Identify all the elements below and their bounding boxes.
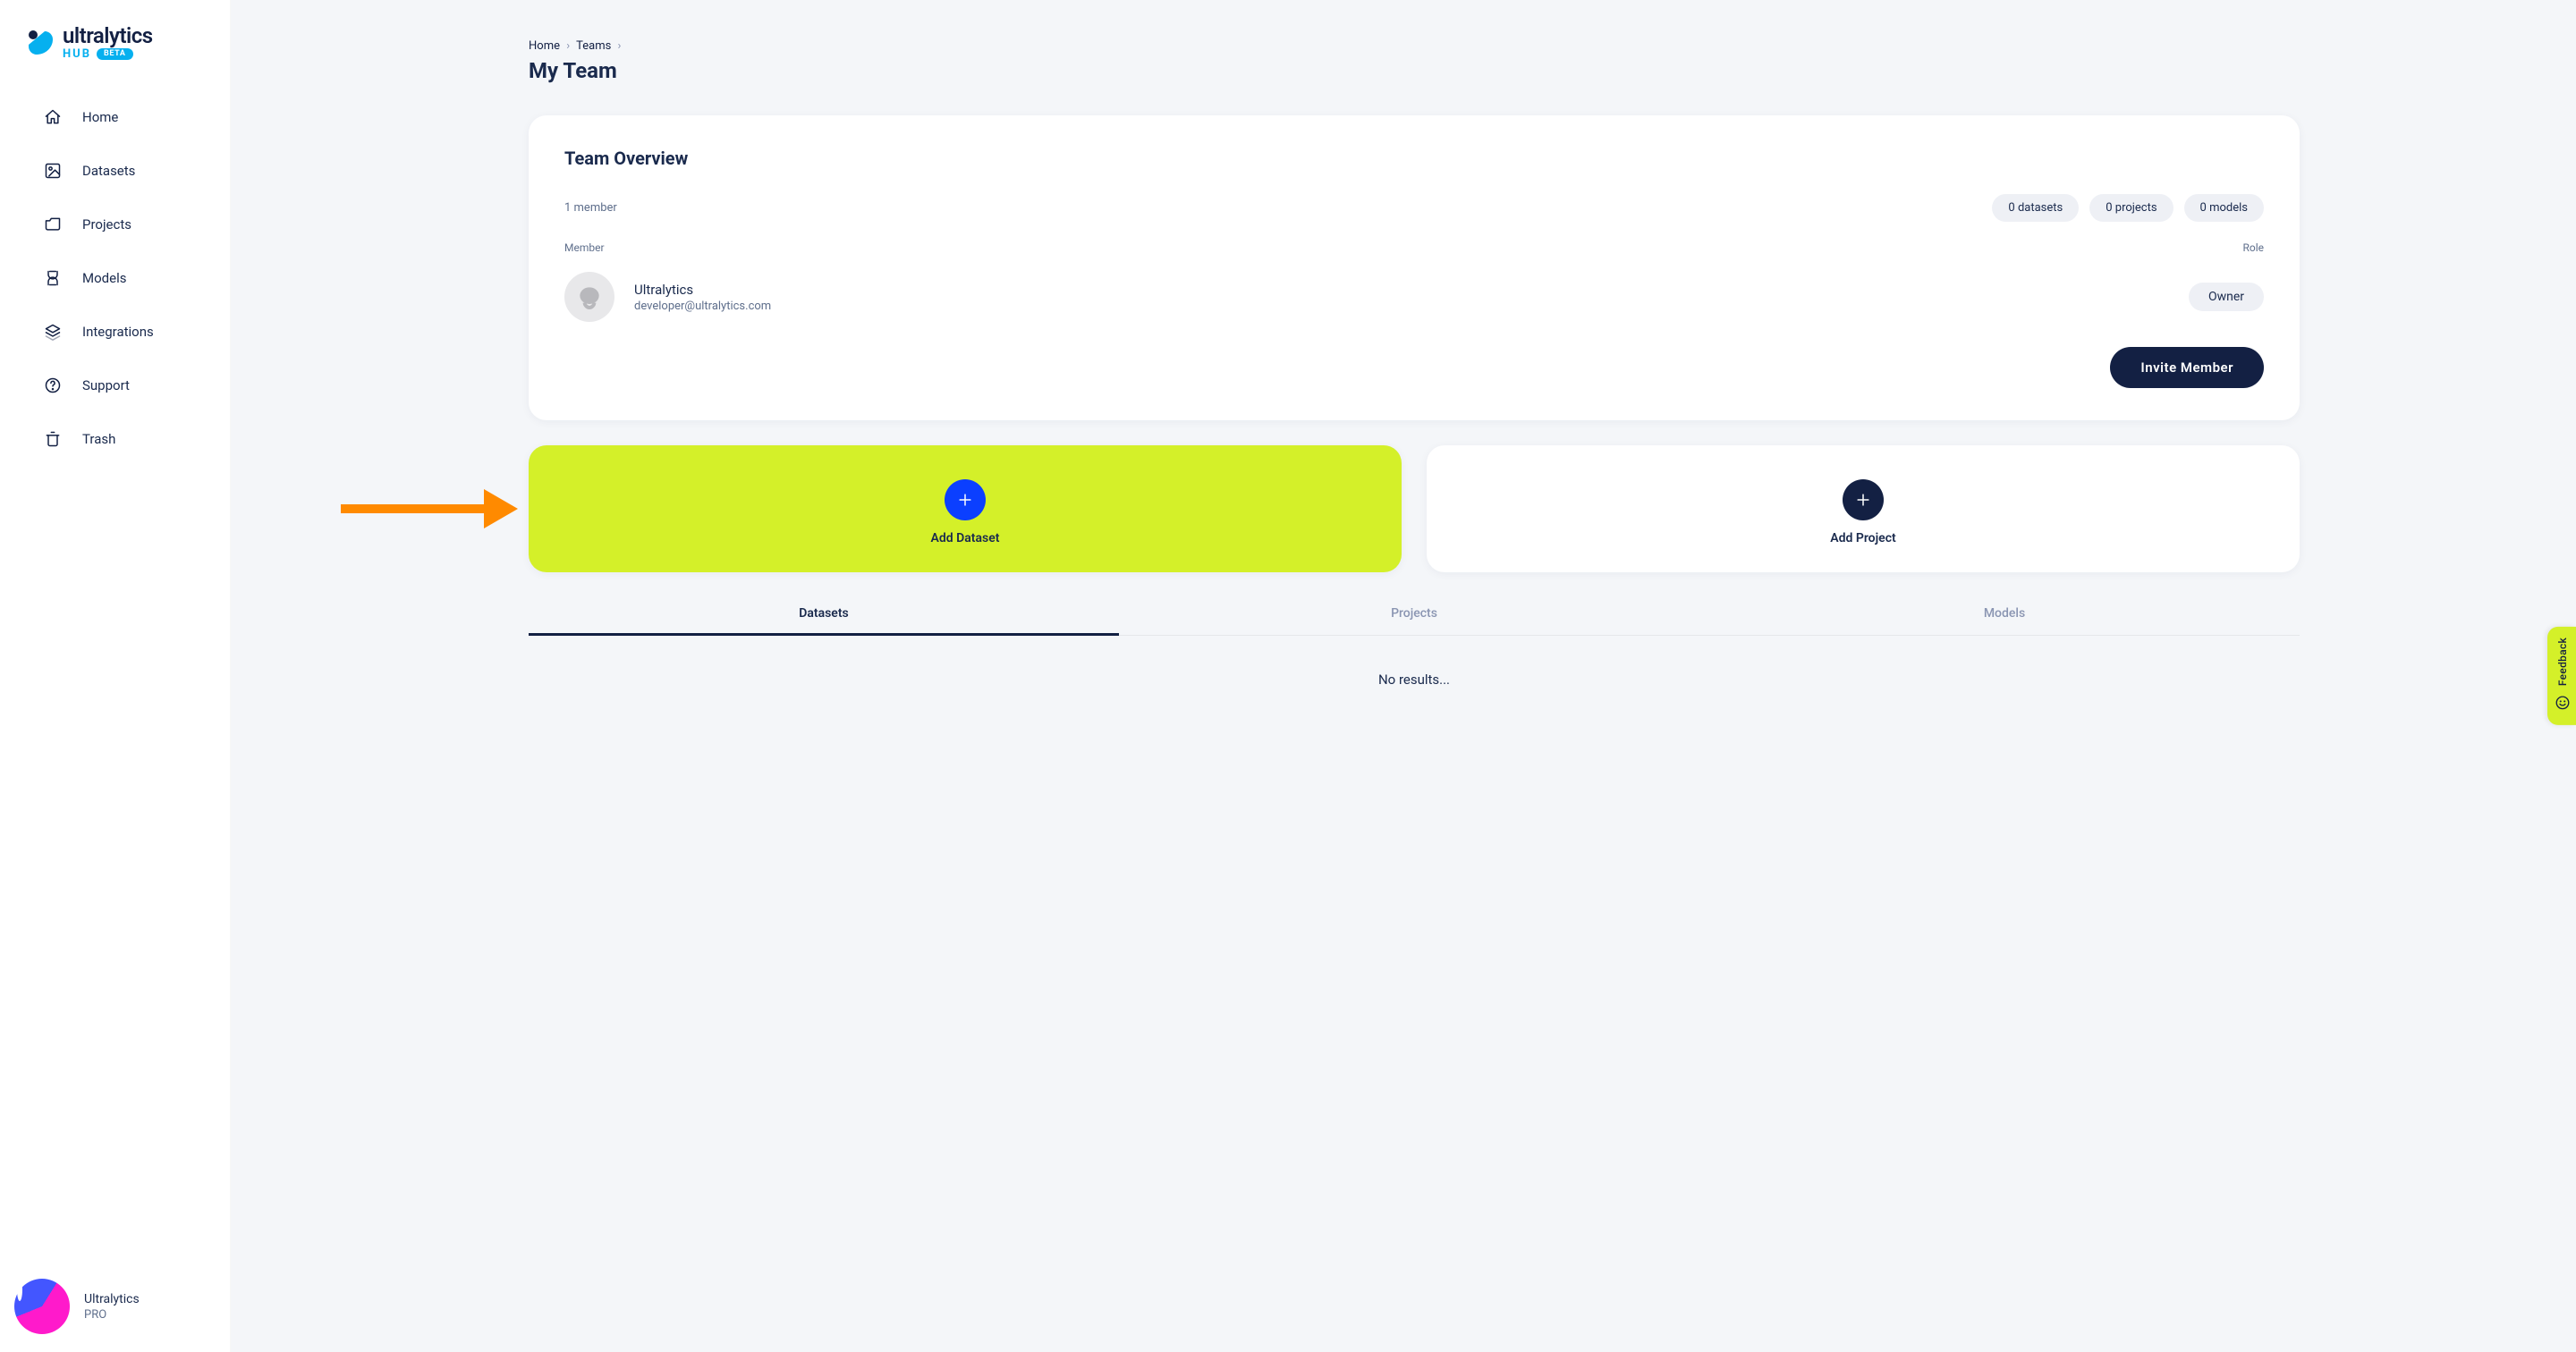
page-title: My Team [529,58,2300,83]
plus-icon [945,479,986,520]
sidebar-item-label: Projects [82,216,131,232]
main: Home › Teams › My Team Team Overview 1 m… [231,0,2576,1352]
tab-models[interactable]: Models [1709,592,2300,635]
sidebar-item-projects[interactable]: Projects [11,199,219,249]
breadcrumb-home[interactable]: Home [529,39,560,53]
sidebar-item-support[interactable]: Support [11,360,219,410]
stat-datasets: 0 datasets [1992,194,2079,222]
breadcrumb-separator-icon: › [614,39,625,53]
beta-badge: BETA [97,48,132,60]
member-email: developer@ultralytics.com [634,300,771,313]
breadcrumb: Home › Teams › [529,39,2300,53]
breadcrumb-teams[interactable]: Teams [576,39,611,53]
add-project-label: Add Project [1830,531,1895,545]
add-dataset-card[interactable]: Add Dataset [529,445,1402,572]
sidebar-nav: Home Datasets Projects Models Integratio… [0,92,230,464]
sidebar-item-trash[interactable]: Trash [11,414,219,464]
sidebar-item-label: Support [82,377,130,393]
user-plan: PRO [84,1308,140,1322]
stat-models: 0 models [2184,194,2264,222]
member-name: Ultralytics [634,282,771,298]
sidebar-item-integrations[interactable]: Integrations [11,307,219,357]
feedback-label: Feedback [2556,638,2569,686]
stat-projects: 0 projects [2089,194,2173,222]
sidebar-item-label: Trash [82,431,115,447]
tab-datasets[interactable]: Datasets [529,592,1119,635]
logo-mark-icon [25,28,54,58]
trash-icon [43,430,63,448]
team-overview-card: Team Overview 1 member 0 datasets 0 proj… [529,115,2300,420]
feedback-tab[interactable]: Feedback [2547,627,2576,725]
column-header-member: Member [564,241,605,254]
tabs: Datasets Projects Models [529,592,2300,636]
datasets-icon [43,162,63,180]
column-header-role: Role [2242,241,2264,254]
sidebar-item-datasets[interactable]: Datasets [11,146,219,196]
sidebar-footer-text: Ultralytics PRO [84,1292,140,1322]
support-icon [43,376,63,394]
sidebar-item-home[interactable]: Home [11,92,219,142]
sidebar-footer[interactable]: Ultralytics PRO [0,1279,230,1334]
member-role: Owner [2189,283,2264,311]
logo[interactable]: ultralytics HUB BETA [0,25,230,92]
user-avatar-icon [14,1279,70,1334]
integrations-icon [43,323,63,341]
logo-text: ultralytics HUB BETA [63,25,153,60]
projects-icon [43,215,63,233]
sidebar-item-label: Datasets [82,163,135,179]
add-project-card[interactable]: Add Project [1427,445,2300,572]
models-icon [43,269,63,287]
pointer-arrow-icon [341,489,518,528]
sidebar: ultralytics HUB BETA Home Datasets Proje… [0,0,231,1352]
member-row: Ultralytics developer@ultralytics.com Ow… [564,266,2264,342]
breadcrumb-separator-icon: › [563,39,573,53]
tab-projects[interactable]: Projects [1119,592,1709,635]
sidebar-item-label: Integrations [82,324,154,340]
brand-name: ultralytics [63,25,153,46]
user-name: Ultralytics [84,1292,140,1306]
action-cards: Add Dataset Add Project [529,445,2300,572]
sidebar-item-models[interactable]: Models [11,253,219,303]
invite-member-button[interactable]: Invite Member [2110,347,2264,388]
add-dataset-label: Add Dataset [931,531,1000,545]
plus-icon [1843,479,1884,520]
no-results: No results... [529,636,2300,723]
sidebar-item-label: Models [82,270,126,286]
hub-label: HUB [63,48,91,60]
sidebar-item-label: Home [82,109,118,125]
member-avatar-icon [564,272,614,322]
home-icon [43,108,63,126]
member-count: 1 member [564,201,617,215]
overview-title: Team Overview [564,148,2264,169]
feedback-icon [2555,695,2571,714]
